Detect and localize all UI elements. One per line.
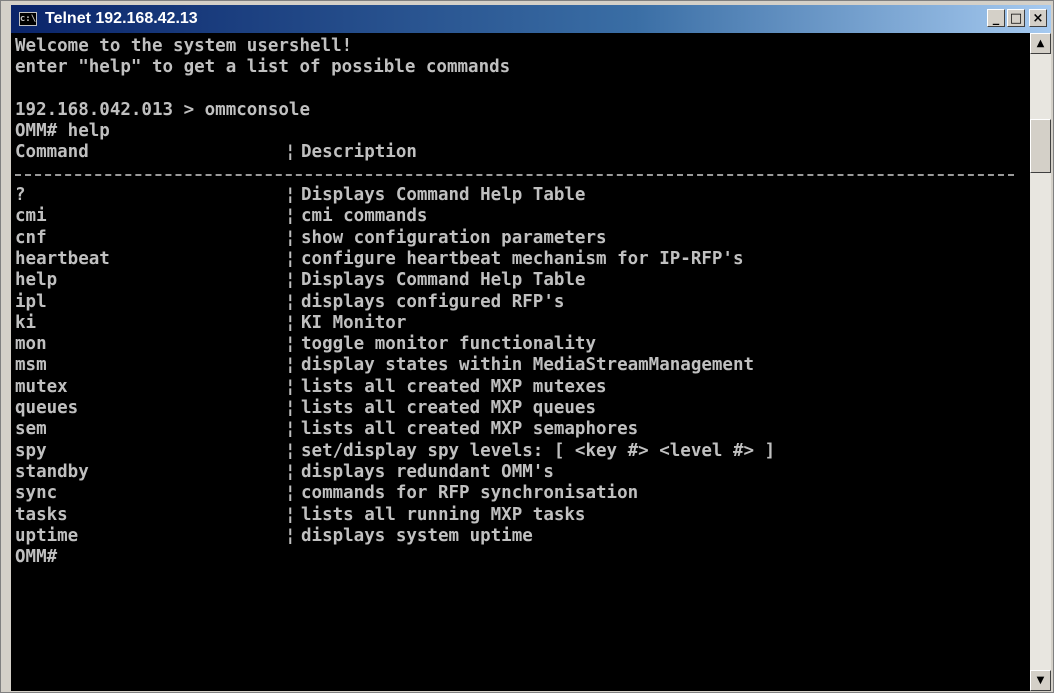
column-separator: ¦ [285,483,296,504]
window-controls: _ □ × [987,9,1047,27]
prompt-line[interactable]: OMM# [15,547,1030,568]
console-line: Welcome to the system usershell! [15,36,353,56]
table-row: heartbeat ¦ configure heartbeat mechanism … [15,249,1030,270]
command-name: tasks [15,504,68,525]
command-name: heartbeat [15,248,110,269]
console-line: OMM# help [15,121,110,142]
table-row: sem ¦ lists all created MXP semaphores [15,419,1030,440]
column-separator: ¦ [285,248,296,269]
column-separator: ¦ [285,461,296,482]
console-line: enter "help" to get a list of possible c… [15,57,511,78]
scrollbar-thumb[interactable] [1030,119,1051,173]
column-separator: ¦ [285,185,296,206]
console-line: 192.168.042.013 > ommconsole [15,99,311,120]
table-row: mutex ¦ lists all created MXP mutexes [15,377,1030,398]
command-description: lists all created MXP semaphores [301,419,639,440]
table-row: standby ¦ displays redundant OMM's [15,462,1030,483]
command-description: display states within MediaStreamManagem… [301,355,755,376]
column-separator: ¦ [285,376,296,397]
column-separator: ¦ [285,355,296,376]
table-row: ipl ¦ displays configured RFP's [15,292,1030,313]
telnet-window: c:\ Telnet 192.168.42.13 _ □ × Welcome t… [0,0,1054,693]
command-description: show configuration parameters [301,227,607,248]
maximize-button[interactable]: □ [1007,9,1025,27]
command-name: sync [15,483,58,504]
command-name: sem [15,419,47,440]
command-description: lists all created MXP queues [301,398,597,419]
command-name: help [15,270,58,291]
command-name: ipl [15,291,47,312]
command-name: ? [15,185,26,206]
command-description: configure heartbeat mechanism for IP-RFP… [301,248,744,269]
command-name: cnf [15,227,47,248]
table-row: cmi ¦ cmi commands [15,206,1030,227]
table-row: uptime ¦ displays system uptime [15,526,1030,547]
table-row: cnf ¦ show configuration parameters [15,228,1030,249]
command-name: msm [15,355,47,376]
column-separator: ¦ [285,142,296,163]
command-name: queues [15,398,79,419]
command-name: spy [15,440,47,461]
column-header-command: Command [15,142,89,163]
command-table: ? ¦ Displays Command Help Table cmi ¦ cmi com… [15,185,1030,547]
command-description: lists all created MXP mutexes [301,376,607,397]
column-separator: ¦ [285,334,296,355]
command-description: set/display spy levels: [ <key #> <level… [301,440,776,461]
column-separator: ¦ [285,504,296,525]
command-description: KI Monitor [301,312,407,333]
window-title: Telnet 192.168.42.13 [45,10,198,27]
column-separator: ¦ [285,206,296,227]
command-description: displays configured RFP's [301,291,565,312]
column-separator: ¦ [285,440,296,461]
scroll-down-arrow-icon[interactable]: ▼ [1030,670,1051,691]
scroll-up-arrow-icon[interactable]: ▲ [1030,33,1051,54]
console-icon[interactable]: c:\ [19,12,37,26]
command-description: commands for RFP synchronisation [301,483,639,504]
command-description: displays system uptime [301,525,533,546]
table-row: help ¦ Displays Command Help Table [15,270,1030,291]
column-separator: ¦ [285,525,296,546]
table-row: sync ¦ commands for RFP synchronisation [15,483,1030,504]
minimize-button[interactable]: _ [987,9,1005,27]
command-name: uptime [15,525,79,546]
table-row: ? ¦ Displays Command Help Table [15,185,1030,206]
command-name: standby [15,461,89,482]
command-description: toggle monitor functionality [301,334,597,355]
command-name: cmi [15,206,47,227]
column-header-description: Description [301,142,417,163]
table-row: tasks ¦ lists all running MXP tasks [15,505,1030,526]
console-output[interactable]: Welcome to the system usershell! enter "… [11,33,1030,691]
command-name: mon [15,334,47,355]
table-divider [15,164,1030,185]
table-row: ki ¦ KI Monitor [15,313,1030,334]
command-description: displays redundant OMM's [301,461,554,482]
table-row: msm ¦ display states within MediaStreamMan… [15,355,1030,376]
column-separator: ¦ [285,312,296,333]
table-row: mon ¦ toggle monitor functionality [15,334,1030,355]
command-description: cmi commands [301,206,428,227]
command-description: Displays Command Help Table [301,185,586,206]
table-row: queues ¦ lists all created MXP queues [15,398,1030,419]
table-header: Command ¦ Description [15,142,1030,163]
command-description: Displays Command Help Table [301,270,586,291]
column-separator: ¦ [285,291,296,312]
command-name: mutex [15,376,68,397]
column-separator: ¦ [285,419,296,440]
table-row: spy ¦ set/display spy levels: [ <key #> <l… [15,441,1030,462]
command-description: lists all running MXP tasks [301,504,586,525]
column-separator: ¦ [285,398,296,419]
column-separator: ¦ [285,227,296,248]
close-button[interactable]: × [1029,9,1047,27]
title-bar[interactable]: c:\ Telnet 192.168.42.13 _ □ × [11,5,1051,33]
column-separator: ¦ [285,270,296,291]
command-name: ki [15,312,37,333]
vertical-scrollbar[interactable]: ▲ ▼ [1030,33,1051,691]
